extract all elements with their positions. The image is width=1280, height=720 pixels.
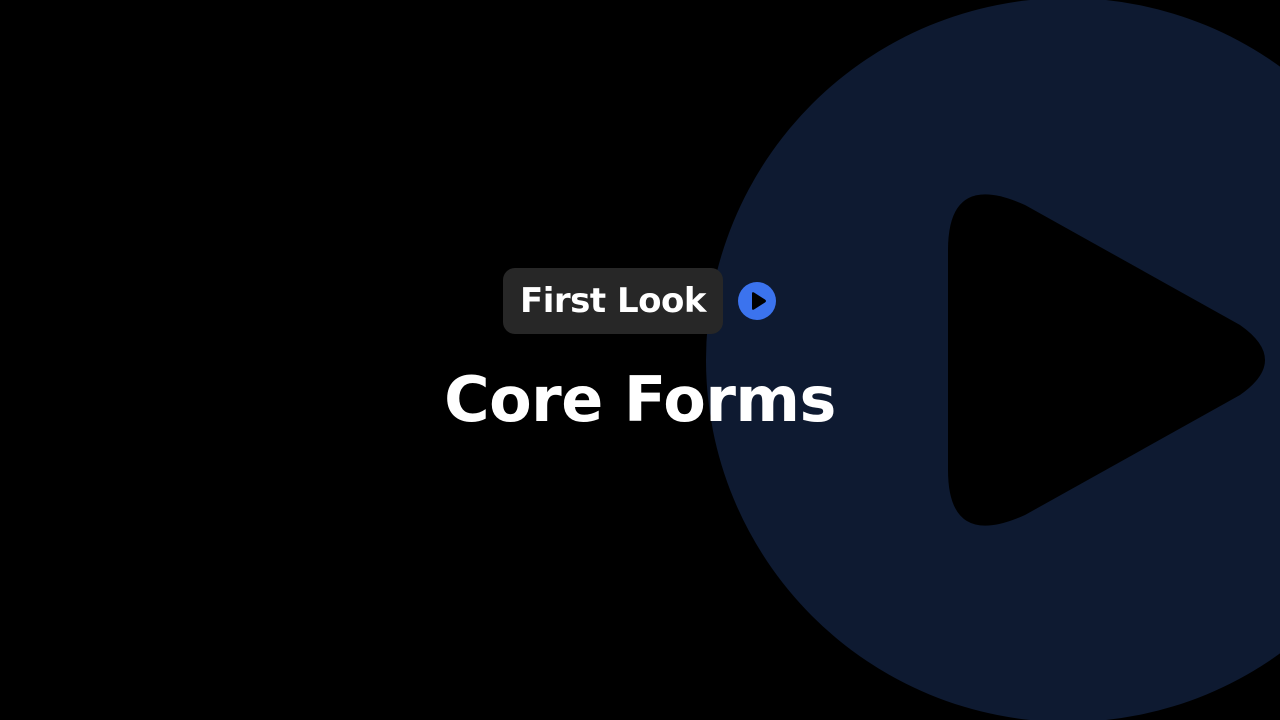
page-title: Core Forms: [444, 363, 836, 436]
play-circle-icon[interactable]: [737, 281, 777, 321]
first-look-badge: First Look: [503, 268, 723, 334]
badge-label: First Look: [520, 281, 706, 321]
badge-row: First Look: [503, 268, 777, 334]
title-group: First Look Core Forms: [0, 268, 1280, 436]
video-title-card: First Look Core Forms: [0, 0, 1280, 720]
